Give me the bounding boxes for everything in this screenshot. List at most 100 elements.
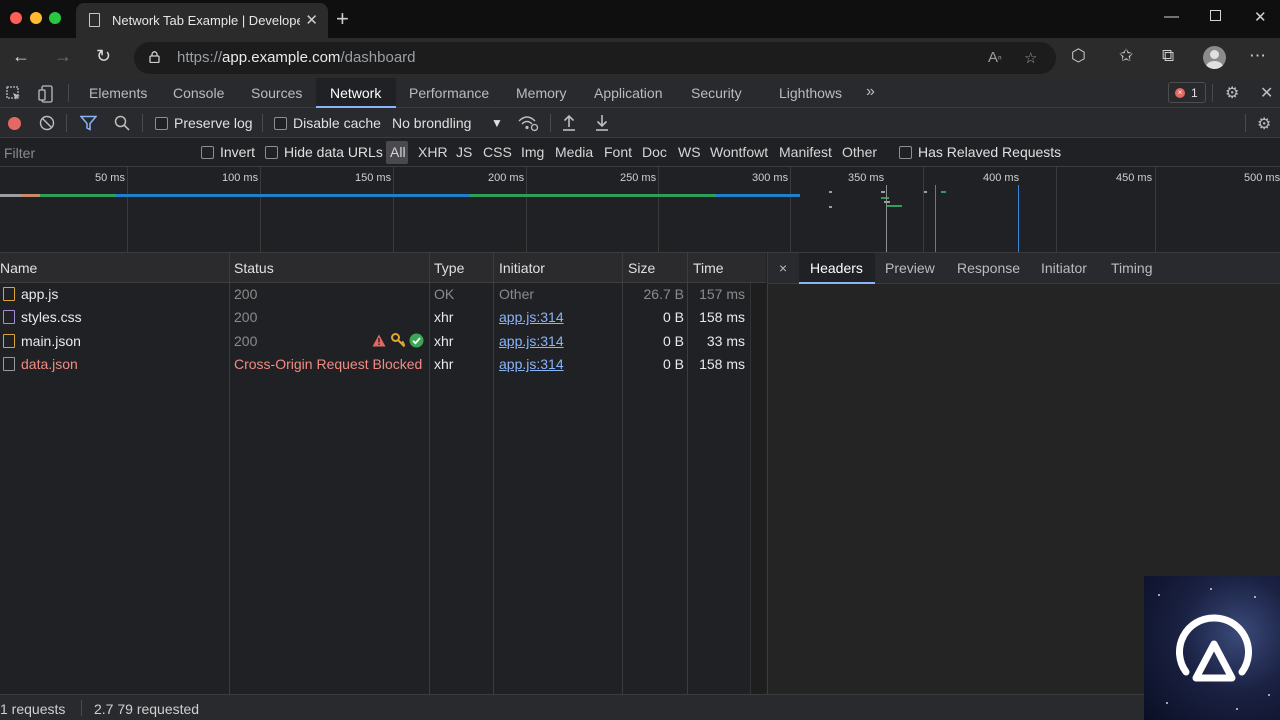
close-tab-icon[interactable]: ✕ — [305, 11, 318, 29]
tab-response[interactable]: Response — [957, 260, 1020, 276]
invert-label: Invert — [220, 144, 256, 160]
hide-data-urls-checkbox[interactable] — [265, 146, 278, 159]
type-filter-font[interactable]: Font — [604, 144, 632, 160]
reload-icon[interactable]: ↻ — [96, 46, 111, 67]
throttling-select[interactable]: No brondling ▼ — [388, 108, 506, 138]
timeline-tick: 50 ms — [95, 172, 125, 184]
type-filter-wasm[interactable]: Wontfowt — [710, 144, 768, 160]
more-tabs-icon[interactable]: » — [866, 83, 875, 101]
has-related-requests-checkbox[interactable] — [899, 146, 912, 159]
request-name: styles.css — [21, 309, 82, 325]
close-devtools-icon[interactable]: ✕ — [1260, 83, 1273, 103]
star-decoration — [1268, 694, 1270, 696]
type-filter-xhr[interactable]: XHR — [418, 144, 448, 160]
back-icon[interactable]: ← — [12, 46, 30, 67]
inspect-element-icon[interactable] — [6, 86, 22, 102]
collections-icon[interactable]: ⧉ — [1162, 46, 1174, 66]
request-name: app.js — [21, 286, 59, 302]
minimize-window-button[interactable] — [30, 12, 42, 24]
timeline-bar-waiting — [470, 194, 716, 197]
extensions-icon[interactable]: ⬡ — [1071, 46, 1086, 66]
timeline-tick: 450 ms — [1116, 172, 1153, 184]
preserve-log-checkbox[interactable] — [155, 117, 168, 130]
tab-lighthouse[interactable]: Lighthows — [779, 85, 842, 101]
table-scrollbar[interactable] — [750, 283, 766, 694]
table-row[interactable]: main.json 200 xhr app.js:314 0 B 33 ms — [0, 330, 750, 353]
tab-security[interactable]: Security — [691, 85, 742, 101]
profile-avatar[interactable] — [1203, 46, 1226, 69]
toolbar-divider — [550, 114, 551, 132]
tab-memory[interactable]: Memory — [516, 85, 567, 101]
type-filter-img[interactable]: Img — [521, 144, 544, 160]
export-har-icon[interactable] — [595, 114, 609, 131]
tab-sources[interactable]: Sources — [251, 85, 302, 101]
json-file-icon — [3, 334, 15, 348]
read-aloud-icon[interactable]: Aⁿ — [988, 49, 1002, 66]
timeline-mark — [881, 191, 885, 193]
tab-network[interactable]: Network — [330, 85, 381, 101]
settings-gear-icon[interactable]: ⚙ — [1225, 83, 1239, 103]
clear-icon[interactable] — [39, 115, 55, 131]
restore-icon[interactable] — [1210, 10, 1221, 21]
invert-checkbox[interactable] — [201, 146, 214, 159]
request-initiator-link[interactable]: app.js:314 — [499, 333, 564, 349]
tab-timing[interactable]: Timing — [1111, 260, 1153, 276]
search-icon[interactable] — [114, 115, 130, 131]
import-har-icon[interactable] — [562, 114, 576, 131]
tab-application[interactable]: Application — [594, 85, 663, 101]
timeline-mark — [924, 191, 927, 193]
column-header-size[interactable]: Size — [628, 253, 655, 282]
type-filter-css[interactable]: CSS — [483, 144, 512, 160]
table-row[interactable]: data.json Cross-Origin Request Blocked x… — [0, 353, 750, 376]
request-initiator-link[interactable]: app.js:314 — [499, 356, 564, 372]
address-bar[interactable]: https://app.example.com/dashboard Aⁿ ☆ — [134, 42, 1056, 74]
table-row[interactable]: styles.css 200 xhr app.js:314 0 B 158 ms — [0, 306, 750, 329]
request-initiator-link[interactable]: app.js:314 — [499, 309, 564, 325]
tab-preview[interactable]: Preview — [885, 260, 935, 276]
network-settings-icon[interactable]: ⚙ — [1257, 114, 1271, 134]
timeline-mark — [881, 197, 889, 199]
type-filter-media[interactable]: Media — [555, 144, 593, 160]
network-conditions-icon[interactable] — [517, 114, 539, 132]
column-header-initiator[interactable]: Initiator — [499, 253, 545, 282]
type-filter-all[interactable]: All — [390, 144, 406, 160]
filter-icon[interactable] — [80, 115, 97, 131]
device-toolbar-icon[interactable] — [38, 85, 54, 103]
type-filter-other[interactable]: Other — [842, 144, 877, 160]
error-count-badge[interactable]: × 1 — [1168, 82, 1206, 103]
request-type: xhr — [434, 356, 454, 372]
close-icon[interactable]: ✕ — [1254, 8, 1267, 26]
column-header-name[interactable]: Name — [0, 253, 37, 282]
type-filter-doc[interactable]: Doc — [642, 144, 667, 160]
filter-input[interactable] — [0, 140, 188, 165]
table-row[interactable]: app.js 200 OK Other 26.7 B 157 ms — [0, 283, 750, 306]
new-tab-icon[interactable]: + — [336, 6, 349, 32]
minimize-icon[interactable]: — — [1164, 8, 1179, 25]
browser-tab[interactable]: Network Tab Example | Developer ✕ — [76, 3, 328, 38]
column-header-status[interactable]: Status — [234, 253, 274, 282]
more-menu-icon[interactable]: ⋯ — [1249, 46, 1266, 66]
tab-console[interactable]: Console — [173, 85, 224, 101]
type-filter-manifest[interactable]: Manifest — [779, 144, 832, 160]
throttling-value: No brondling — [392, 115, 472, 131]
tab-performance[interactable]: Performance — [409, 85, 489, 101]
network-overview-timeline[interactable]: 50 ms 100 ms 150 ms 200 ms 250 ms 300 ms… — [0, 167, 1280, 253]
tab-headers[interactable]: Headers — [810, 260, 863, 276]
column-header-time[interactable]: Time — [693, 253, 724, 282]
record-button[interactable] — [8, 117, 21, 130]
toolbar-divider — [66, 114, 67, 132]
type-filter-ws[interactable]: WS — [678, 144, 701, 160]
add-favorite-icon[interactable]: ☆ — [1024, 49, 1037, 67]
close-window-button[interactable] — [10, 12, 22, 24]
tab-initiator[interactable]: Initiator — [1041, 260, 1087, 276]
preserve-log-label: Preserve log — [174, 115, 253, 131]
forward-icon[interactable]: → — [54, 46, 72, 67]
close-detail-icon[interactable]: × — [779, 260, 787, 276]
disable-cache-checkbox[interactable] — [274, 117, 287, 130]
tab-elements[interactable]: Elements — [89, 85, 147, 101]
url-scheme: https:// — [177, 49, 223, 66]
column-header-type[interactable]: Type — [434, 253, 464, 282]
maximize-window-button[interactable] — [49, 12, 61, 24]
type-filter-js[interactable]: JS — [456, 144, 472, 160]
favorites-icon[interactable]: ✩ — [1119, 46, 1133, 66]
